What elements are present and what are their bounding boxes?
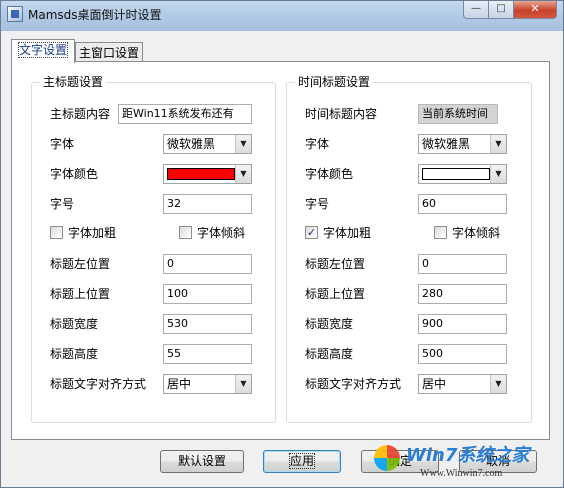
main-content-label: 主标题内容	[50, 107, 111, 121]
time-left-label: 标题左位置	[305, 257, 366, 271]
main-italic-checkbox[interactable]	[179, 226, 192, 239]
main-size-input[interactable]: 32	[163, 194, 252, 214]
main-align-value: 居中	[167, 377, 192, 391]
time-align-label: 标题文字对齐方式	[305, 377, 402, 391]
time-color-swatch	[422, 168, 490, 180]
minimize-button[interactable]: —	[463, 1, 489, 19]
time-font-label: 字体	[305, 137, 330, 151]
tab-text-settings-label: 文字设置	[17, 42, 69, 58]
main-content-input[interactable]: 距Win11系统发布还有	[118, 104, 252, 124]
ok-button[interactable]: 确定	[361, 450, 439, 473]
chevron-down-icon[interactable]: ▼	[490, 135, 506, 153]
cancel-button[interactable]: 取消	[459, 450, 537, 473]
tab-main-window-settings-label: 主窗口设置	[78, 46, 139, 60]
window-controls: — □ ✕	[463, 1, 557, 20]
main-height-input[interactable]: 55	[163, 344, 252, 364]
tab-panel: 主标题设置 主标题内容 距Win11系统发布还有 字体 微软雅黑 ▼ 字体颜色 …	[11, 61, 550, 440]
chevron-down-icon[interactable]: ▼	[490, 375, 506, 393]
tab-text-settings[interactable]: 文字设置	[11, 39, 75, 63]
main-size-label: 字号	[50, 197, 75, 211]
app-icon	[7, 6, 23, 22]
maximize-button[interactable]: □	[489, 1, 514, 19]
time-content-label: 时间标题内容	[305, 107, 378, 121]
time-italic-checkbox[interactable]	[434, 226, 447, 239]
time-size-label: 字号	[305, 197, 330, 211]
chevron-down-icon[interactable]: ▼	[490, 165, 506, 183]
main-color-select[interactable]: ▼	[163, 164, 252, 184]
chevron-down-icon[interactable]: ▼	[235, 165, 251, 183]
main-left-label: 标题左位置	[50, 257, 111, 271]
time-left-input[interactable]: 0	[418, 254, 507, 274]
time-width-label: 标题宽度	[305, 317, 354, 331]
time-bold-checkbox[interactable]: ✓	[305, 226, 318, 239]
time-height-label: 标题高度	[305, 347, 354, 361]
tab-main-window-settings[interactable]: 主窗口设置	[75, 42, 143, 63]
cancel-label: 取消	[485, 454, 510, 468]
main-top-label: 标题上位置	[50, 287, 111, 301]
default-settings-button[interactable]: 默认设置	[160, 450, 244, 473]
chevron-down-icon[interactable]: ▼	[235, 135, 251, 153]
apply-label: 应用	[288, 453, 316, 469]
time-font-value: 微软雅黑	[422, 137, 471, 151]
apply-button[interactable]: 应用	[263, 450, 341, 473]
main-align-select[interactable]: 居中 ▼	[163, 374, 252, 394]
main-width-label: 标题宽度	[50, 317, 99, 331]
time-height-input[interactable]: 500	[418, 344, 507, 364]
main-top-input[interactable]: 100	[163, 284, 252, 304]
main-font-value: 微软雅黑	[167, 137, 216, 151]
main-title-group: 主标题设置 主标题内容 距Win11系统发布还有 字体 微软雅黑 ▼ 字体颜色 …	[31, 75, 276, 423]
main-color-label: 字体颜色	[50, 167, 99, 181]
default-settings-label: 默认设置	[177, 454, 226, 468]
time-title-group-title: 时间标题设置	[295, 75, 374, 90]
time-font-select[interactable]: 微软雅黑 ▼	[418, 134, 507, 154]
main-left-input[interactable]: 0	[163, 254, 252, 274]
time-italic-label: 字体倾斜	[452, 226, 501, 240]
main-height-label: 标题高度	[50, 347, 99, 361]
main-align-label: 标题文字对齐方式	[50, 377, 147, 391]
close-button[interactable]: ✕	[514, 1, 557, 19]
time-title-group: 时间标题设置 时间标题内容 当前系统时间 字体 微软雅黑 ▼ 字体颜色 ▼ 字号…	[286, 75, 532, 423]
main-bold-label: 字体加粗	[68, 226, 117, 240]
main-width-input[interactable]: 530	[163, 314, 252, 334]
main-font-select[interactable]: 微软雅黑 ▼	[163, 134, 252, 154]
main-color-swatch	[167, 168, 235, 180]
ok-label: 确定	[387, 454, 412, 468]
chevron-down-icon[interactable]: ▼	[235, 375, 251, 393]
main-bold-checkbox[interactable]	[50, 226, 63, 239]
time-top-input[interactable]: 280	[418, 284, 507, 304]
time-color-select[interactable]: ▼	[418, 164, 507, 184]
main-font-label: 字体	[50, 137, 75, 151]
title-bar[interactable]: Mamsds桌面倒计时设置 — □ ✕	[1, 1, 563, 31]
time-width-input[interactable]: 900	[418, 314, 507, 334]
time-align-value: 居中	[422, 377, 447, 391]
time-top-label: 标题上位置	[305, 287, 366, 301]
settings-window: Mamsds桌面倒计时设置 — □ ✕ 文字设置 主窗口设置 主标题设置 主标题…	[0, 0, 564, 488]
window-title: Mamsds桌面倒计时设置	[28, 8, 162, 22]
main-italic-label: 字体倾斜	[197, 226, 246, 240]
time-size-input[interactable]: 60	[418, 194, 507, 214]
time-content-input: 当前系统时间	[418, 104, 498, 124]
time-align-select[interactable]: 居中 ▼	[418, 374, 507, 394]
time-color-label: 字体颜色	[305, 167, 354, 181]
time-bold-label: 字体加粗	[323, 226, 372, 240]
main-title-group-title: 主标题设置	[40, 75, 107, 90]
